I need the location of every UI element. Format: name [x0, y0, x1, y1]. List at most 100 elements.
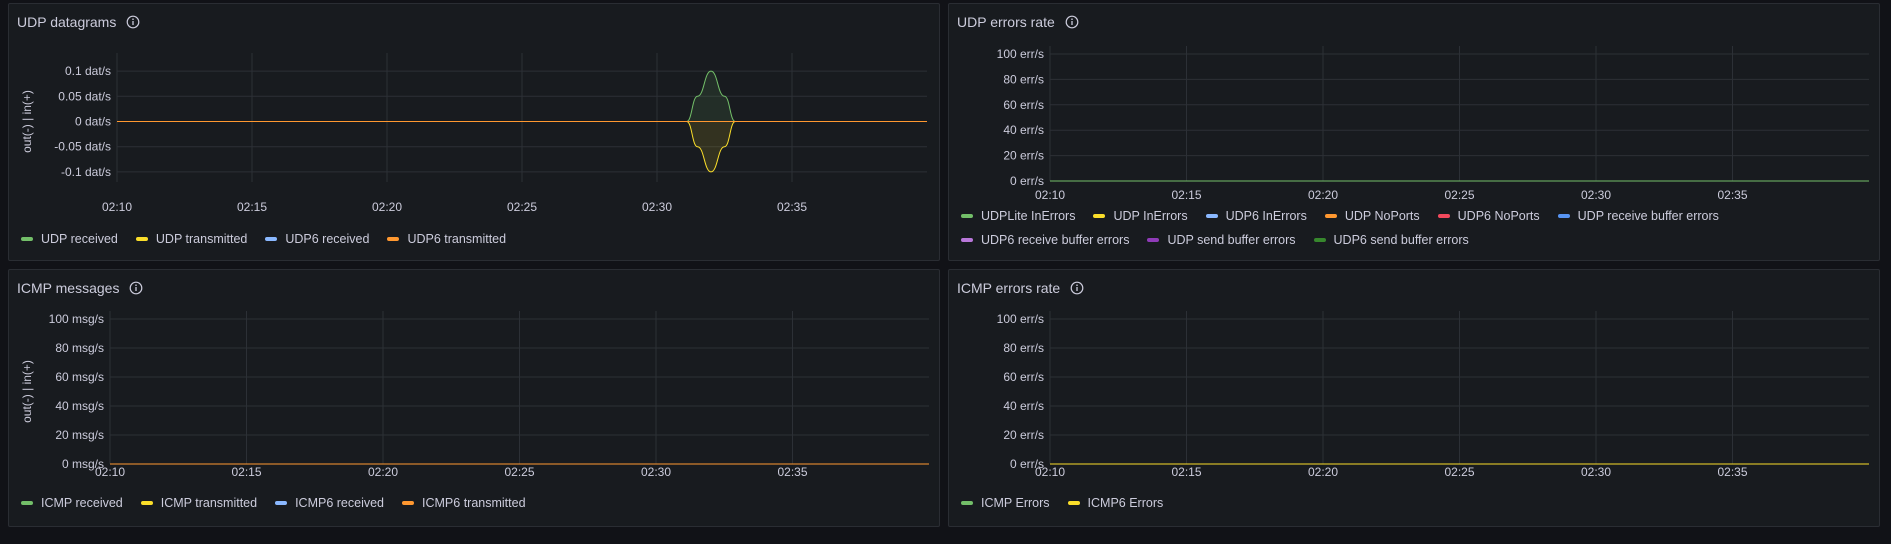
legend-label: UDP InErrors	[1113, 209, 1188, 223]
legend-swatch	[21, 237, 33, 241]
legend-swatch	[1557, 214, 1570, 218]
x-tick-label: 02:10	[1035, 465, 1065, 479]
panel-icmp-errors-rate[interactable]: ICMP errors rate 100 err/s 80 err/s 60 err…	[948, 269, 1880, 527]
legend-swatch	[140, 501, 153, 505]
y-tick-label: -0.05 dat/s	[54, 140, 111, 154]
legend-label: UDP send buffer errors	[1167, 233, 1296, 247]
x-tick-label: 02:35	[777, 200, 807, 214]
legend-item[interactable]: ICMP6 transmitted	[402, 494, 526, 512]
legend-item[interactable]: ICMP Errors	[961, 494, 1050, 512]
x-tick-label: 02:35	[1717, 465, 1747, 479]
chart-legend: ICMP Errors ICMP6 Errors	[961, 494, 1861, 512]
legend-item[interactable]: UDP6 NoPorts	[1437, 207, 1540, 225]
x-tick-label: 02:15	[1171, 465, 1201, 479]
legend-item[interactable]: ICMP transmitted	[140, 494, 258, 512]
y-tick-label: 80 msg/s	[55, 341, 104, 355]
legend-label: ICMP6 received	[295, 496, 385, 510]
icmp-errors-rate-chart[interactable]: 100 err/s 80 err/s 60 err/s 40 err/s 20 err/…	[949, 270, 1881, 528]
legend-swatch	[1205, 214, 1218, 218]
x-tick-label: 02:15	[237, 200, 267, 214]
x-tick-label: 02:25	[507, 200, 537, 214]
panel-icmp-messages[interactable]: ICMP messages 100 msg/s 80 msg/s 60 msg/s 4…	[8, 269, 940, 527]
y-axis-label: out(-) | in(+)	[20, 90, 34, 153]
y-tick-label: 0.1 dat/s	[65, 64, 111, 78]
legend-label: UDPLite InErrors	[981, 209, 1076, 223]
legend-swatch	[21, 501, 33, 505]
legend-item[interactable]: UDP6 InErrors	[1205, 207, 1307, 225]
y-tick-label: 0 err/s	[1010, 174, 1044, 188]
y-tick-label: 20 err/s	[1003, 428, 1044, 442]
y-tick-label: 100 msg/s	[49, 312, 104, 326]
y-tick-label: 20 msg/s	[55, 428, 104, 442]
legend-swatch	[265, 237, 278, 241]
legend-label: ICMP Errors	[981, 496, 1050, 510]
legend-swatch	[1093, 214, 1106, 218]
legend-label: ICMP6 transmitted	[422, 496, 526, 510]
legend-swatch	[402, 501, 415, 505]
legend-swatch	[1324, 214, 1337, 218]
x-tick-label: 02:15	[1171, 188, 1201, 202]
legend-swatch	[961, 214, 973, 218]
x-tick-label: 02:20	[368, 465, 398, 479]
legend-item[interactable]: UDP send buffer errors	[1147, 231, 1296, 249]
legend-swatch	[275, 501, 288, 505]
legend-item[interactable]: UDPLite InErrors	[961, 207, 1075, 225]
y-tick-label: 80 err/s	[1003, 72, 1044, 86]
legend-swatch	[961, 501, 973, 505]
chart-legend: UDPLite InErrors UDP InErrors UDP6 InError…	[961, 207, 1861, 249]
y-tick-label: 0 dat/s	[75, 115, 111, 129]
x-tick-label: 02:30	[641, 465, 671, 479]
legend-item[interactable]: UDP6 receive buffer errors	[961, 231, 1129, 249]
x-tick-label: 02:15	[231, 465, 261, 479]
legend-item[interactable]: UDP transmitted	[135, 230, 247, 248]
legend-item[interactable]: UDP6 received	[265, 230, 369, 248]
legend-swatch	[1067, 501, 1080, 505]
legend-label: UDP6 receive buffer errors	[981, 233, 1130, 247]
legend-swatch	[1147, 238, 1160, 242]
legend-item[interactable]: UDP receive buffer errors	[1557, 207, 1719, 225]
legend-item[interactable]: UDP NoPorts	[1324, 207, 1420, 225]
y-tick-label: 100 err/s	[997, 47, 1044, 61]
x-tick-label: 02:20	[1308, 188, 1338, 202]
legend-label: UDP6 received	[285, 232, 370, 246]
y-tick-label: 60 err/s	[1003, 370, 1044, 384]
legend-label: UDP6 send buffer errors	[1333, 233, 1469, 247]
legend-label: UDP received	[41, 232, 118, 246]
y-tick-label: 40 err/s	[1003, 399, 1044, 413]
panel-udp-errors-rate[interactable]: UDP errors rate 100 err/s 80 err/s 60 err/…	[948, 3, 1880, 261]
x-tick-label: 02:10	[95, 465, 125, 479]
legend-label: UDP6 InErrors	[1225, 209, 1307, 223]
chart-legend: ICMP received ICMP transmitted ICMP6 recei…	[21, 494, 921, 512]
legend-item[interactable]: ICMP received	[21, 494, 123, 512]
x-tick-label: 02:30	[1581, 188, 1611, 202]
legend-item[interactable]: ICMP6 received	[275, 494, 384, 512]
legend-item[interactable]: UDP6 send buffer errors	[1313, 231, 1469, 249]
y-tick-label: 100 err/s	[997, 312, 1044, 326]
legend-label: UDP6 transmitted	[407, 232, 507, 246]
legend-label: ICMP transmitted	[160, 496, 258, 510]
x-tick-label: 02:30	[1581, 465, 1611, 479]
y-tick-label: 40 err/s	[1003, 123, 1044, 137]
x-tick-label: 02:10	[1035, 188, 1065, 202]
icmp-messages-chart[interactable]: 100 msg/s 80 msg/s 60 msg/s 40 msg/s 20 msg/…	[9, 270, 941, 528]
legend-swatch	[1437, 214, 1450, 218]
x-tick-label: 02:25	[1444, 188, 1474, 202]
x-tick-label: 02:35	[1717, 188, 1747, 202]
panel-udp-datagrams[interactable]: UDP datagrams 0.1 dat/s 0.05 dat/s 0 dat/s…	[8, 3, 940, 261]
legend-item[interactable]: UDP received	[21, 230, 118, 248]
y-tick-label: -0.1 dat/s	[61, 165, 111, 179]
y-tick-label: 20 err/s	[1003, 149, 1044, 163]
legend-item[interactable]: UDP InErrors	[1093, 207, 1188, 225]
legend-label: ICMP6 Errors	[1087, 496, 1164, 510]
y-tick-label: 60 msg/s	[55, 370, 104, 384]
y-tick-label: 40 msg/s	[55, 399, 104, 413]
legend-item[interactable]: UDP6 transmitted	[387, 230, 506, 248]
udp-datagrams-chart[interactable]: 0.1 dat/s 0.05 dat/s 0 dat/s -0.05 dat/s -0.…	[9, 4, 941, 262]
y-tick-label: 0.05 dat/s	[58, 89, 111, 103]
legend-item[interactable]: ICMP6 Errors	[1067, 494, 1164, 512]
x-tick-label: 02:25	[1444, 465, 1474, 479]
x-tick-label: 02:20	[1308, 465, 1338, 479]
x-tick-label: 02:35	[777, 465, 807, 479]
x-tick-label: 02:10	[102, 200, 132, 214]
legend-label: ICMP received	[41, 496, 123, 510]
